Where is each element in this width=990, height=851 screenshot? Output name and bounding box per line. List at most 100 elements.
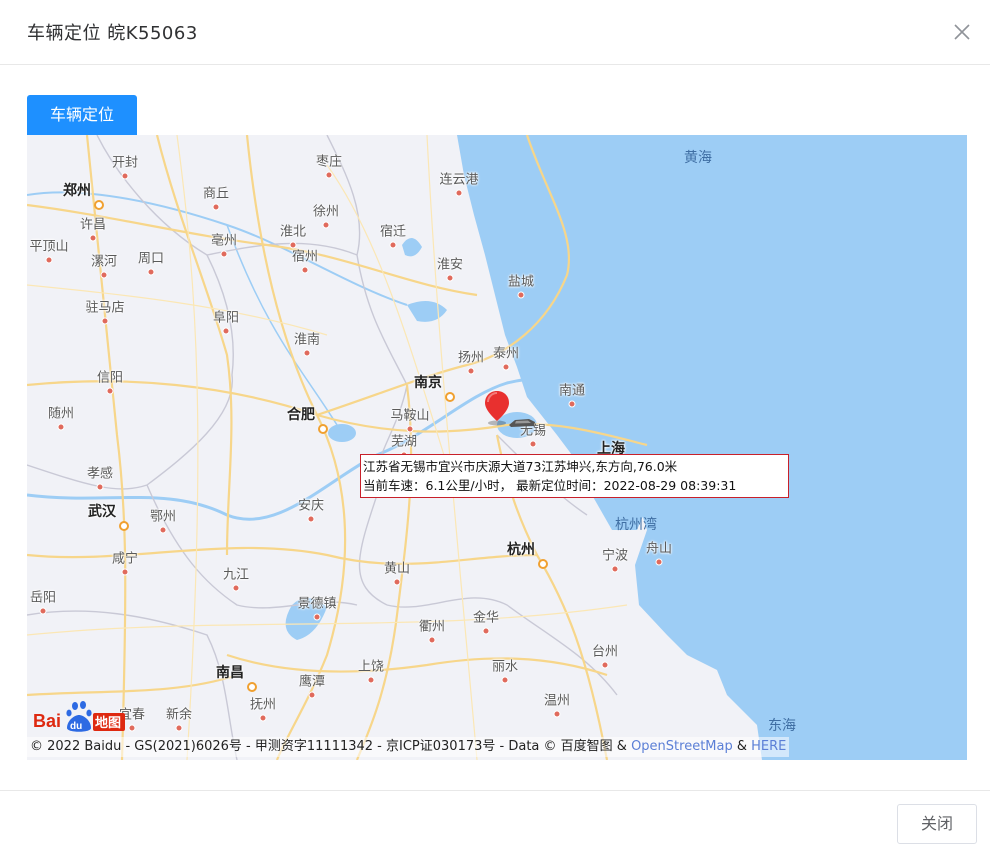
svg-text:地图: 地图: [95, 715, 121, 731]
city-label: 连云港: [439, 172, 479, 188]
city-dot: [220, 250, 228, 258]
city-dot: [467, 367, 475, 375]
city-dot: [259, 714, 267, 722]
svg-text:Bai: Bai: [33, 711, 61, 731]
city-label: 宿州: [291, 249, 319, 265]
city-label: 郑州: [63, 183, 91, 199]
city-dot: [455, 189, 463, 197]
city-label: 亳州: [210, 233, 238, 249]
city-dot: [568, 400, 576, 408]
city-label: 武汉: [88, 504, 116, 520]
city-label: 信阳: [96, 370, 124, 386]
city-dot: [446, 274, 454, 282]
city-dot: [538, 559, 548, 569]
city-label: 岳阳: [29, 590, 57, 606]
copyright-text: © 2022 Baidu - GS(2021)6026号 - 甲测资字11111…: [30, 739, 632, 754]
city-label: 合肥: [287, 407, 315, 423]
vehicle-location-dialog: 车辆定位 皖K55063 车辆定位 开封 郑州 枣庄 商丘 许昌 徐州 连云港 …: [0, 0, 990, 851]
city-dot: [445, 392, 455, 402]
city-dot: [307, 515, 315, 523]
city-label: 盐城: [507, 274, 535, 290]
city-dot: [119, 521, 129, 531]
city-dot: [106, 387, 114, 395]
city-dot: [232, 584, 240, 592]
city-dot: [553, 710, 561, 718]
city-label: 周口: [137, 251, 165, 267]
city-label: 丽水: [491, 659, 519, 675]
city-label: 上饶: [357, 659, 385, 675]
close-button[interactable]: 关闭: [897, 804, 977, 844]
location-address: 江苏省无锡市宜兴市庆源大道73江苏坤兴,东方向,76.0米: [363, 459, 678, 474]
city-label: 抚州: [249, 697, 277, 713]
city-dot: [322, 221, 330, 229]
tab-vehicle-location[interactable]: 车辆定位: [27, 95, 137, 135]
city-label: 开封: [111, 155, 139, 171]
city-label: 鄂州: [149, 509, 177, 525]
city-label: 许昌: [79, 217, 107, 233]
city-label: 枣庄: [315, 154, 343, 170]
city-dot: [611, 565, 619, 573]
city-dot: [502, 363, 510, 371]
close-icon[interactable]: [950, 20, 974, 44]
city-dot: [318, 424, 328, 434]
speed-and-time: 当前车速：6.1公里/小时， 最新定位时间：2022-08-29 08:39:3…: [363, 478, 737, 493]
here-link[interactable]: HERE: [751, 739, 786, 754]
city-dot: [45, 256, 53, 264]
footer-divider: [0, 790, 990, 791]
city-dot: [57, 423, 65, 431]
city-dot: [517, 291, 525, 299]
city-label: 南昌: [216, 665, 244, 681]
city-dot: [393, 578, 401, 586]
city-dot: [39, 607, 47, 615]
city-label: 咸宁: [111, 551, 139, 567]
city-dot: [655, 558, 663, 566]
copyright-amp: &: [732, 739, 752, 754]
city-dot: [121, 568, 129, 576]
sea-label: 杭州湾: [615, 517, 657, 533]
city-dot: [147, 268, 155, 276]
city-label: 温州: [543, 693, 571, 709]
baidu-map-logo: Bai du 地图: [33, 701, 125, 732]
svg-text:du: du: [70, 721, 82, 732]
city-label: 台州: [591, 644, 619, 660]
city-label: 扬州: [457, 350, 485, 366]
city-label: 驻马店: [85, 300, 125, 316]
city-label: 南京: [414, 375, 442, 391]
map-view[interactable]: 开封 郑州 枣庄 商丘 许昌 徐州 连云港 平顶山 漯河 周口 亳州 淮北 宿迁 宿州 淮安 盐城 驻马店 阜阳淮…: [27, 135, 967, 760]
location-info-window[interactable]: 江苏省无锡市宜兴市庆源大道73江苏坤兴,东方向,76.0米 当前车速：6.1公里…: [360, 454, 789, 498]
city-dot: [482, 627, 490, 635]
city-dot: [222, 327, 230, 335]
city-label: 马鞍山: [390, 408, 430, 424]
city-dot: [389, 241, 397, 249]
city-label: 芜湖: [390, 434, 418, 450]
city-dot: [175, 724, 183, 732]
city-dot: [100, 271, 108, 279]
city-label: 随州: [47, 406, 75, 422]
city-label: 九江: [222, 567, 250, 583]
city-label: 衢州: [418, 619, 446, 635]
city-label: 南通: [558, 383, 586, 399]
city-dot: [601, 661, 609, 669]
city-label: 宁波: [601, 548, 629, 564]
city-label: 徐州: [312, 204, 340, 220]
city-label: 孝感: [86, 466, 114, 482]
city-dot: [428, 636, 436, 644]
city-dot: [94, 200, 104, 210]
car-icon: [509, 419, 535, 427]
city-dot: [325, 171, 333, 179]
city-label: 阜阳: [212, 310, 240, 326]
city-label: 淮南: [293, 332, 321, 348]
city-label: 舟山: [645, 541, 673, 557]
city-dot: [96, 483, 104, 491]
city-dot: [101, 317, 109, 325]
city-dot: [301, 266, 309, 274]
city-label: 漯河: [90, 254, 118, 270]
city-label: 安庆: [297, 498, 325, 514]
city-label: 宿迁: [379, 224, 407, 240]
city-dot: [247, 682, 257, 692]
city-dot: [212, 203, 220, 211]
sea-area: [457, 135, 967, 760]
sea-label: 黄海: [684, 150, 712, 166]
openstreetmap-link[interactable]: OpenStreetMap: [631, 739, 733, 754]
map-copyright: © 2022 Baidu - GS(2021)6026号 - 甲测资字11111…: [27, 737, 790, 757]
